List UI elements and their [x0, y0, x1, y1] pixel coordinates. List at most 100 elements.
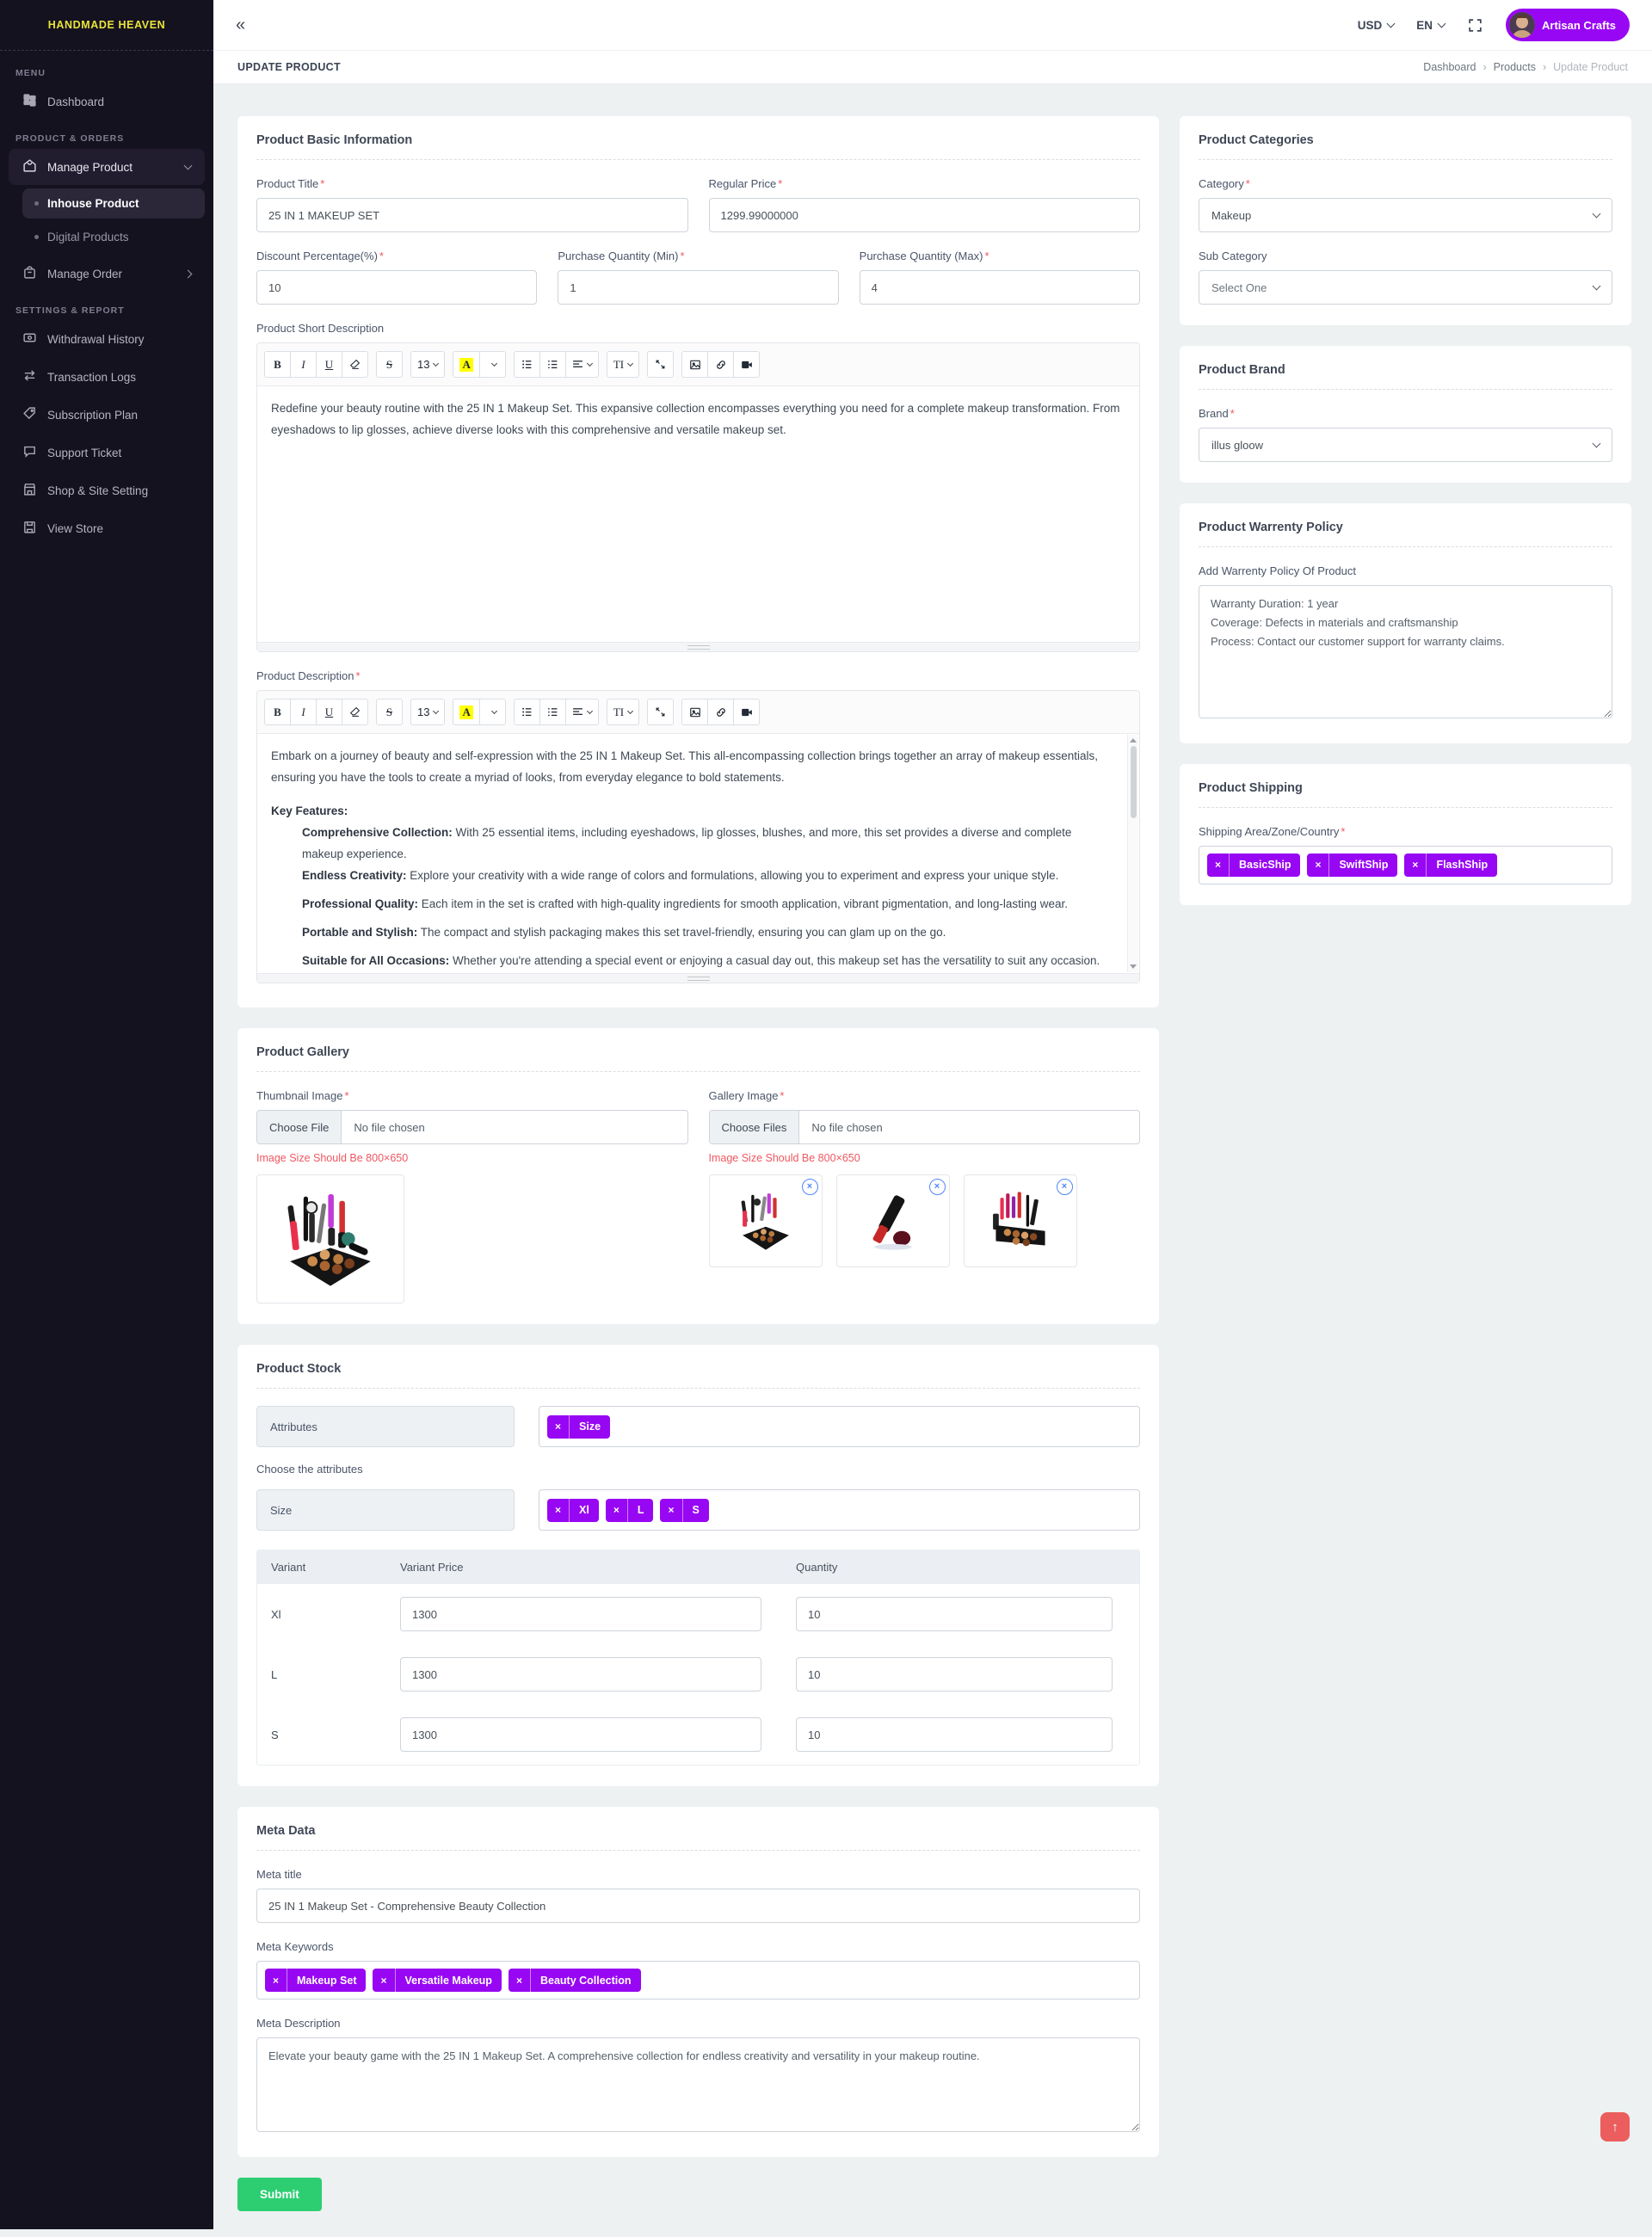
- clear-format-icon[interactable]: [342, 351, 368, 378]
- size-tags-input[interactable]: × Xl × L × S: [539, 1489, 1140, 1531]
- description-content[interactable]: Embark on a journey of beauty and self-e…: [257, 734, 1139, 973]
- italic-button[interactable]: I: [290, 699, 317, 725]
- tag-remove-button[interactable]: ×: [606, 1499, 628, 1522]
- sidebar-item-subscription-plan[interactable]: Subscription Plan: [9, 397, 205, 433]
- meta-description-textarea[interactable]: Elevate your beauty game with the 25 IN …: [256, 2037, 1140, 2132]
- attributes-field[interactable]: Attributes: [256, 1406, 515, 1447]
- strikethrough-button[interactable]: S: [376, 351, 403, 378]
- insert-link-icon[interactable]: [707, 699, 734, 725]
- editor-resize-handle[interactable]: [257, 973, 1139, 983]
- unordered-list-icon[interactable]: [514, 351, 540, 378]
- tag-remove-button[interactable]: ×: [509, 1969, 531, 1992]
- sidebar-item-withdrawal-history[interactable]: Withdrawal History: [9, 321, 205, 357]
- fullscreen-icon[interactable]: [1467, 17, 1483, 34]
- variant-price-input[interactable]: [400, 1717, 761, 1752]
- short-description-content[interactable]: Redefine your beauty routine with the 25…: [257, 386, 1139, 642]
- currency-select[interactable]: USD: [1358, 19, 1395, 32]
- fullscreen-editor-icon[interactable]: [647, 351, 674, 378]
- category-select[interactable]: Makeup: [1199, 198, 1612, 232]
- qty-max-input[interactable]: [860, 270, 1140, 305]
- bold-button[interactable]: B: [264, 699, 291, 725]
- tag-remove-button[interactable]: ×: [373, 1969, 395, 1992]
- insert-video-icon[interactable]: [733, 699, 760, 725]
- profile-menu-button[interactable]: Artisan Crafts: [1506, 9, 1630, 41]
- sidebar-item-transaction-logs[interactable]: Transaction Logs: [9, 359, 205, 395]
- sidebar-item-manage-order[interactable]: Manage Order: [9, 256, 205, 292]
- size-field[interactable]: Size: [256, 1489, 515, 1531]
- sub-category-select[interactable]: Select One: [1199, 270, 1612, 305]
- ordered-list-icon[interactable]: [539, 699, 566, 725]
- warranty-textarea[interactable]: Warranty Duration: 1 year Coverage: Defe…: [1199, 585, 1612, 718]
- clear-format-icon[interactable]: [342, 699, 368, 725]
- insert-link-icon[interactable]: [707, 351, 734, 378]
- sidebar-item-shop-site-setting[interactable]: Shop & Site Setting: [9, 472, 205, 508]
- unordered-list-icon[interactable]: [514, 699, 540, 725]
- tag-remove-button[interactable]: ×: [1207, 854, 1230, 877]
- file-chosen-text: No file chosen: [342, 1111, 436, 1143]
- thumbnail-file-input[interactable]: Choose File No file chosen: [256, 1110, 688, 1144]
- breadcrumb-dashboard[interactable]: Dashboard: [1423, 61, 1476, 73]
- sidebar-item-manage-product[interactable]: Manage Product: [9, 149, 205, 185]
- sidebar-item-inhouse-product[interactable]: Inhouse Product: [22, 188, 205, 219]
- sidebar-item-digital-products[interactable]: Digital Products: [22, 222, 205, 252]
- language-select[interactable]: EN: [1416, 19, 1445, 32]
- tag-remove-button[interactable]: ×: [547, 1415, 570, 1439]
- sidebar-item-dashboard[interactable]: Dashboard: [9, 83, 205, 120]
- tag-remove-button[interactable]: ×: [1307, 854, 1329, 877]
- panel-title: Product Warrenty Policy: [1199, 521, 1612, 547]
- underline-button[interactable]: U: [316, 351, 342, 378]
- line-height-button[interactable]: TI: [607, 351, 639, 378]
- paragraph-align-button[interactable]: [565, 351, 599, 378]
- product-title-input[interactable]: [256, 198, 688, 232]
- insert-video-icon[interactable]: [733, 351, 760, 378]
- text-color-dropdown[interactable]: [479, 699, 506, 725]
- text-color-button[interactable]: A: [453, 699, 479, 725]
- discount-input[interactable]: [256, 270, 537, 305]
- scroll-to-top-button[interactable]: ↑: [1600, 2112, 1630, 2141]
- variant-qty-input[interactable]: [796, 1657, 1113, 1692]
- qty-min-input[interactable]: [558, 270, 838, 305]
- choose-file-button[interactable]: Choose File: [257, 1111, 342, 1143]
- font-size-select[interactable]: 13: [410, 351, 445, 378]
- text-color-dropdown[interactable]: [479, 351, 506, 378]
- tag-remove-button[interactable]: ×: [660, 1499, 682, 1522]
- line-height-button[interactable]: TI: [607, 699, 639, 725]
- submit-button[interactable]: Submit: [237, 2178, 322, 2211]
- meta-title-input[interactable]: [256, 1889, 1140, 1923]
- regular-price-input[interactable]: [709, 198, 1141, 232]
- editor-resize-handle[interactable]: [257, 642, 1139, 651]
- sidebar-item-view-store[interactable]: View Store: [9, 510, 205, 546]
- underline-button[interactable]: U: [316, 699, 342, 725]
- font-size-select[interactable]: 13: [410, 699, 445, 725]
- attribute-tags-input[interactable]: × Size: [539, 1406, 1140, 1447]
- italic-button[interactable]: I: [290, 351, 317, 378]
- variant-qty-input[interactable]: [796, 1717, 1113, 1752]
- insert-image-icon[interactable]: [681, 351, 708, 378]
- gallery-files-input[interactable]: Choose Files No file chosen: [709, 1110, 1141, 1144]
- tag-remove-button[interactable]: ×: [265, 1969, 287, 1992]
- editor-scrollbar[interactable]: [1127, 735, 1138, 972]
- panel-meta-data: Meta Data Meta title Meta Keywords × Mak…: [237, 1807, 1159, 2157]
- remove-image-button[interactable]: ×: [1057, 1179, 1073, 1195]
- tag-remove-button[interactable]: ×: [547, 1499, 570, 1522]
- insert-image-icon[interactable]: [681, 699, 708, 725]
- variant-qty-input[interactable]: [796, 1597, 1113, 1631]
- bold-button[interactable]: B: [264, 351, 291, 378]
- text-color-button[interactable]: A: [453, 351, 479, 378]
- remove-image-button[interactable]: ×: [929, 1179, 946, 1195]
- paragraph-align-button[interactable]: [565, 699, 599, 725]
- meta-keywords-input[interactable]: × Makeup Set × Versatile Makeup × Beauty…: [256, 1961, 1140, 2000]
- tag-remove-button[interactable]: ×: [1404, 854, 1427, 877]
- sidebar-item-support-ticket[interactable]: Support Ticket: [9, 434, 205, 471]
- sidebar-collapse-button[interactable]: «: [236, 15, 245, 35]
- brand-select[interactable]: illus gloow: [1199, 428, 1612, 462]
- ordered-list-icon[interactable]: [539, 351, 566, 378]
- variant-price-input[interactable]: [400, 1597, 761, 1631]
- breadcrumb-products[interactable]: Products: [1494, 61, 1536, 73]
- fullscreen-editor-icon[interactable]: [647, 699, 674, 725]
- choose-files-button[interactable]: Choose Files: [710, 1111, 800, 1143]
- shipping-tags-input[interactable]: × BasicShip × SwiftShip × FlashShip: [1199, 846, 1612, 884]
- remove-image-button[interactable]: ×: [802, 1179, 818, 1195]
- variant-price-input[interactable]: [400, 1657, 761, 1692]
- strikethrough-button[interactable]: S: [376, 699, 403, 725]
